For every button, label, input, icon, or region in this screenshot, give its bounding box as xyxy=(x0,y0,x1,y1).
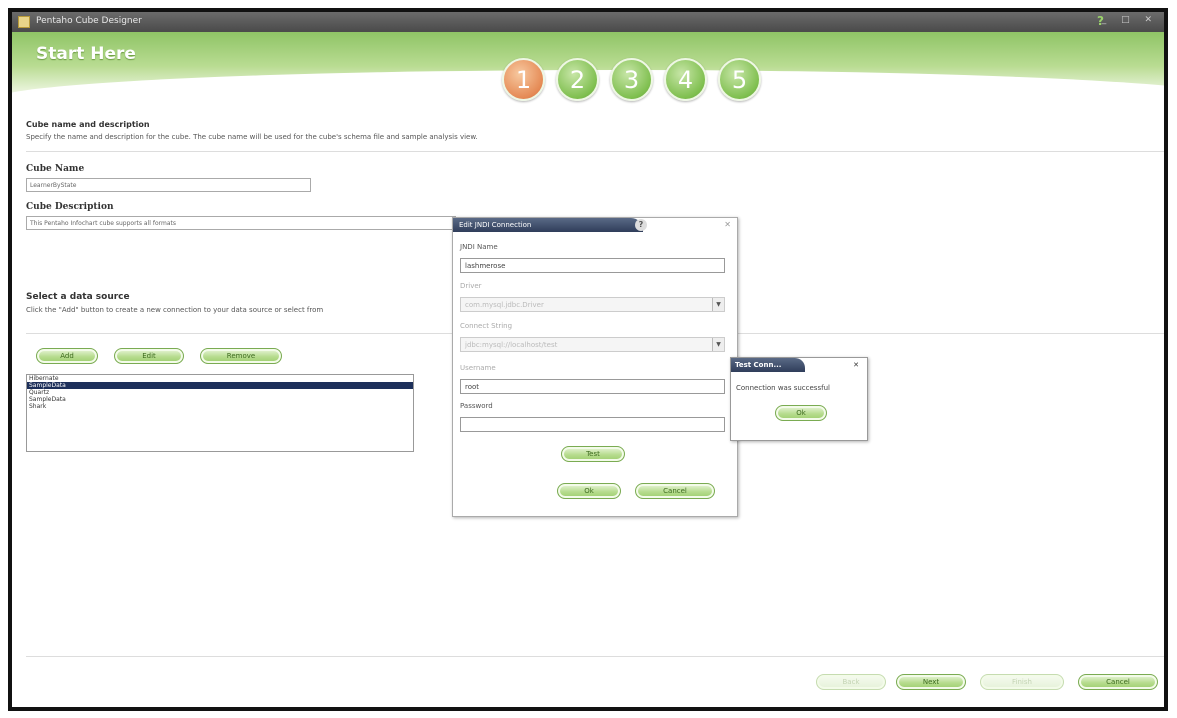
chevron-down-icon[interactable]: ▼ xyxy=(712,298,724,311)
remove-datasource-button[interactable]: Remove xyxy=(200,348,282,364)
help-icon[interactable]: ? xyxy=(635,219,647,231)
close-icon[interactable]: ✕ xyxy=(853,361,859,369)
step-1[interactable]: 1 xyxy=(502,58,545,101)
dialog-title: Edit JNDI Connection xyxy=(453,218,643,232)
step-4[interactable]: 4 xyxy=(664,58,707,101)
section-desc-cube: Specify the name and description for the… xyxy=(26,133,478,141)
cube-description-label: Cube Description xyxy=(26,202,114,212)
cube-name-input[interactable]: LearnerByState xyxy=(26,178,311,192)
close-icon[interactable]: ✕ xyxy=(724,220,731,229)
connect-string-value: jdbc:mysql://localhost/test xyxy=(465,341,558,349)
section-title-datasource: Select a data source xyxy=(26,292,130,302)
divider xyxy=(26,151,1164,152)
popup-message: Connection was successful xyxy=(736,384,830,392)
connect-string-label: Connect String xyxy=(460,322,513,330)
jndi-name-label: JNDI Name xyxy=(460,243,498,251)
edit-datasource-button[interactable]: Edit xyxy=(114,348,184,364)
list-item-selected[interactable]: SampleData xyxy=(27,382,413,389)
username-label: Username xyxy=(460,364,496,372)
driver-value: com.mysql.jdbc.Driver xyxy=(465,301,544,309)
list-item[interactable]: SampleData xyxy=(27,396,413,403)
list-item[interactable]: Shark xyxy=(27,403,413,410)
password-input[interactable] xyxy=(460,417,725,432)
ok-button[interactable]: Ok xyxy=(557,483,621,499)
popup-ok-button[interactable]: Ok xyxy=(775,405,827,421)
cube-description-input[interactable]: This Pentaho Infochart cube supports all… xyxy=(26,216,456,230)
chevron-down-icon[interactable]: ▼ xyxy=(712,338,724,351)
test-connection-button[interactable]: Test xyxy=(561,446,625,462)
app-window: Pentaho Cube Designer ? _ □ ✕ Start Here… xyxy=(8,8,1168,711)
jndi-connection-dialog: Edit JNDI Connection ? ✕ JNDI Name lashm… xyxy=(452,217,738,517)
page-heading: Start Here xyxy=(36,44,136,64)
next-button[interactable]: Next xyxy=(896,674,966,690)
window-title: Pentaho Cube Designer xyxy=(36,16,142,26)
cancel-button[interactable]: Cancel xyxy=(635,483,715,499)
password-label: Password xyxy=(460,402,493,410)
driver-label: Driver xyxy=(460,282,482,290)
step-3[interactable]: 3 xyxy=(610,58,653,101)
step-2[interactable]: 2 xyxy=(556,58,599,101)
back-button[interactable]: Back xyxy=(816,674,886,690)
datasource-list[interactable]: Hibernate SampleData Quartz SampleData S… xyxy=(26,374,414,452)
username-input[interactable]: root xyxy=(460,379,725,394)
app-icon xyxy=(18,16,30,28)
finish-button[interactable]: Finish xyxy=(980,674,1064,690)
list-item[interactable]: Quartz xyxy=(27,389,413,396)
add-datasource-button[interactable]: Add xyxy=(36,348,98,364)
connect-string-select[interactable]: jdbc:mysql://localhost/test ▼ xyxy=(460,337,725,352)
header-banner: Start Here 1 2 3 4 5 xyxy=(12,32,1164,108)
window-controls[interactable]: _ □ ✕ xyxy=(1102,15,1158,25)
popup-title: Test Conn... xyxy=(731,358,805,372)
step-5[interactable]: 5 xyxy=(718,58,761,101)
section-title-cube: Cube name and description xyxy=(26,120,150,129)
driver-select[interactable]: com.mysql.jdbc.Driver ▼ xyxy=(460,297,725,312)
cube-name-label: Cube Name xyxy=(26,164,85,174)
section-desc-datasource: Click the "Add" button to create a new c… xyxy=(26,306,324,314)
list-item[interactable]: Hibernate xyxy=(27,375,413,382)
test-connection-popup: Test Conn... ✕ Connection was successful… xyxy=(730,357,868,441)
footer-divider xyxy=(26,656,1164,657)
wizard-steps: 1 2 3 4 5 xyxy=(502,58,761,101)
jndi-name-input[interactable]: lashmerose xyxy=(460,258,725,273)
title-bar: Pentaho Cube Designer ? _ □ ✕ xyxy=(12,12,1164,32)
cancel-wizard-button[interactable]: Cancel xyxy=(1078,674,1158,690)
